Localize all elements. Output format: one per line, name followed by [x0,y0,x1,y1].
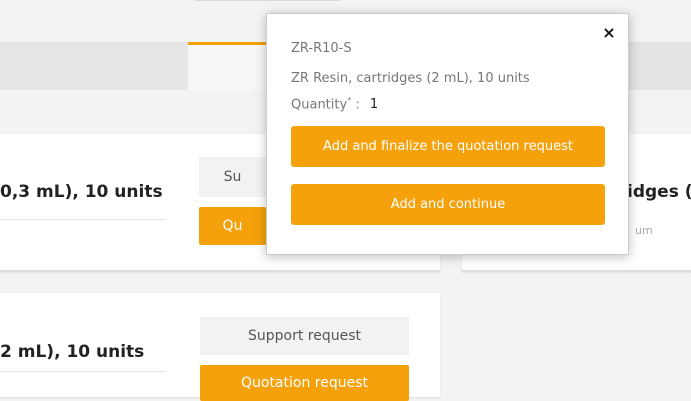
tab-active[interactable] [188,42,268,90]
required-marker: * [347,96,352,105]
product-title: 2 mL), 10 units [0,342,145,362]
add-and-continue-button[interactable]: Add and continue [291,184,605,225]
title-underline [0,371,165,372]
add-and-finalize-button[interactable]: Add and finalize the quotation request [291,126,605,167]
close-icon[interactable]: × [600,24,618,42]
product-description: ZR Resin, cartridges (2 mL), 10 units [291,71,530,86]
tab-right[interactable] [628,42,691,90]
add-to-quote-popup: × ZR-R10-S ZR Resin, cartridges (2 mL), … [266,13,629,255]
quotation-request-button[interactable]: Quotation request [200,365,409,401]
support-request-button[interactable]: Support request [200,317,409,355]
quantity-label: Quantity [291,97,348,113]
quantity-row: Quantity* : 1 [291,96,378,112]
product-card-2: 2 mL), 10 units Support request Quotatio… [0,293,440,401]
quotation-request-button[interactable]: Qu [199,207,266,245]
title-underline [0,219,165,220]
product-sku: ZR-R10-S [291,41,352,56]
quantity-input[interactable]: 1 [370,97,378,112]
product-title: idges ( [627,182,691,202]
product-subtext: um [635,224,653,237]
top-divider [195,0,340,1]
support-request-button[interactable]: Su [199,157,266,197]
product-title: 0,3 mL), 10 units [0,182,163,202]
quantity-separator: : [355,97,360,113]
